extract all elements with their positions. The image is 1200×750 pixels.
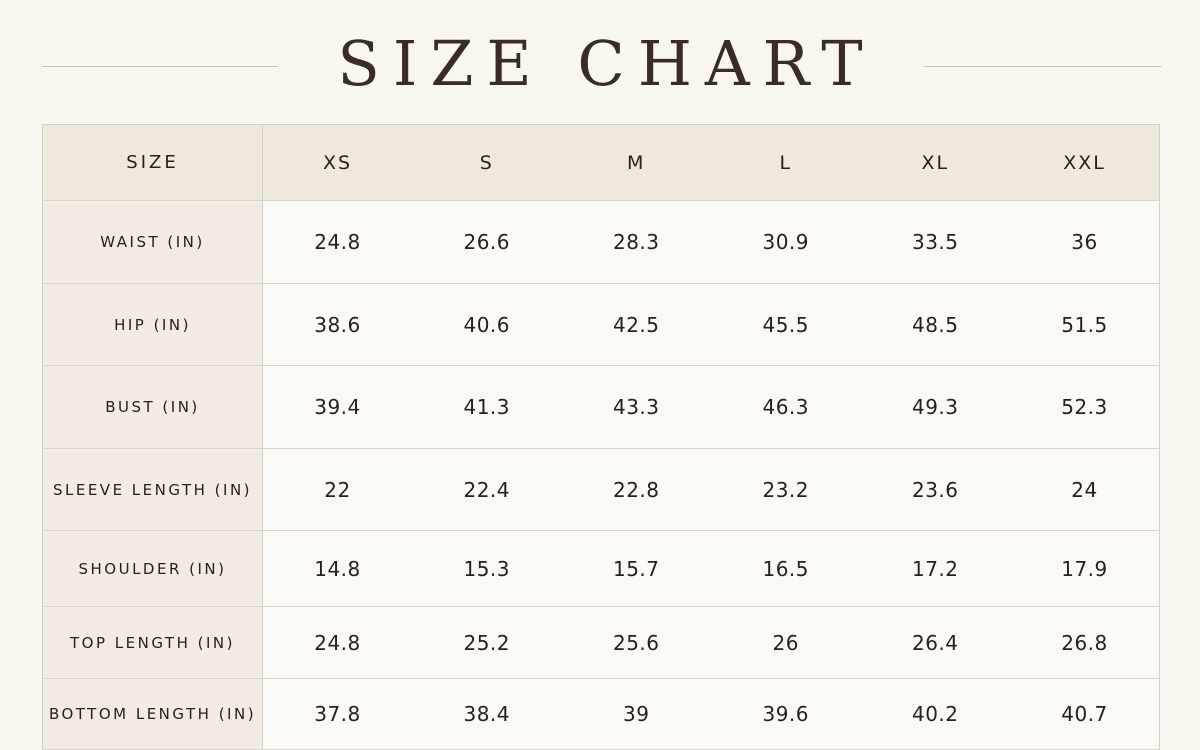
table-cell: 38.4 <box>412 678 562 750</box>
header-size-s: S <box>412 124 562 201</box>
table-cell: 23.6 <box>860 448 1010 531</box>
table-cell: 15.7 <box>561 530 711 607</box>
table-cell: 26.4 <box>860 606 1010 679</box>
header-size-m: M <box>561 124 711 201</box>
table-cell: 24.8 <box>262 200 412 284</box>
table-cell: 30.9 <box>711 200 861 284</box>
table-cell: 41.3 <box>412 365 562 449</box>
row-label: SHOULDER (IN) <box>42 530 263 607</box>
row-label: SLEEVE LENGTH (IN) <box>42 448 263 531</box>
table-cell: 39.4 <box>262 365 412 449</box>
row-label: TOP LENGTH (IN) <box>42 606 263 679</box>
table-row: HIP (IN) 38.6 40.6 42.5 45.5 48.5 51.5 <box>42 283 1160 366</box>
table-cell: 14.8 <box>262 530 412 607</box>
table-row: BOTTOM LENGTH (IN) 37.8 38.4 39 39.6 40.2 40.7 <box>42 678 1160 750</box>
header-size-xl: XL <box>860 124 1010 201</box>
table-cell: 43.3 <box>561 365 711 449</box>
table-cell: 26.6 <box>412 200 562 284</box>
row-label: WAIST (IN) <box>42 200 263 284</box>
table-cell: 15.3 <box>412 530 562 607</box>
size-chart-table: SIZE XS S M L XL XXL WAIST (IN) 24.8 26.6 2… <box>42 124 1160 750</box>
table-cell: 46.3 <box>711 365 861 449</box>
table-cell: 26.8 <box>1010 606 1160 679</box>
table-cell: 22.4 <box>412 448 562 531</box>
header-size-xxl: XXL <box>1010 124 1160 201</box>
table-cell: 22.8 <box>561 448 711 531</box>
title-rule-left <box>42 66 278 67</box>
table-cell: 17.9 <box>1010 530 1160 607</box>
page-title: SIZE CHART <box>337 27 876 100</box>
table-cell: 52.3 <box>1010 365 1160 449</box>
table-cell: 25.6 <box>561 606 711 679</box>
table-cell: 40.6 <box>412 283 562 366</box>
table-row: SLEEVE LENGTH (IN) 22 22.4 22.8 23.2 23.6 24 <box>42 448 1160 531</box>
table-row: BUST (IN) 39.4 41.3 43.3 46.3 49.3 52.3 <box>42 365 1160 449</box>
header-size-l: L <box>711 124 861 201</box>
table-cell: 45.5 <box>711 283 861 366</box>
row-label: HIP (IN) <box>42 283 263 366</box>
table-header-row: SIZE XS S M L XL XXL <box>42 124 1160 201</box>
table-cell: 28.3 <box>561 200 711 284</box>
table-cell: 23.2 <box>711 448 861 531</box>
table-cell: 48.5 <box>860 283 1010 366</box>
table-cell: 51.5 <box>1010 283 1160 366</box>
table-cell: 24.8 <box>262 606 412 679</box>
table-row: TOP LENGTH (IN) 24.8 25.2 25.6 26 26.4 26.8 <box>42 606 1160 679</box>
table-cell: 16.5 <box>711 530 861 607</box>
row-label: BOTTOM LENGTH (IN) <box>42 678 263 750</box>
table-cell: 42.5 <box>561 283 711 366</box>
header-size-xs: XS <box>262 124 412 201</box>
table-cell: 40.7 <box>1010 678 1160 750</box>
table-cell: 26 <box>711 606 861 679</box>
table-cell: 24 <box>1010 448 1160 531</box>
table-cell: 37.8 <box>262 678 412 750</box>
title-rule-right <box>924 66 1161 67</box>
table-cell: 25.2 <box>412 606 562 679</box>
row-label: BUST (IN) <box>42 365 263 449</box>
table-cell: 39.6 <box>711 678 861 750</box>
table-cell: 36 <box>1010 200 1160 284</box>
table-cell: 22 <box>262 448 412 531</box>
header-size-label: SIZE <box>42 124 263 201</box>
table-row: WAIST (IN) 24.8 26.6 28.3 30.9 33.5 36 <box>42 200 1160 284</box>
table-cell: 49.3 <box>860 365 1010 449</box>
table-cell: 38.6 <box>262 283 412 366</box>
table-cell: 33.5 <box>860 200 1010 284</box>
table-cell: 17.2 <box>860 530 1010 607</box>
table-cell: 40.2 <box>860 678 1010 750</box>
table-row: SHOULDER (IN) 14.8 15.3 15.7 16.5 17.2 17.9 <box>42 530 1160 607</box>
table-cell: 39 <box>561 678 711 750</box>
